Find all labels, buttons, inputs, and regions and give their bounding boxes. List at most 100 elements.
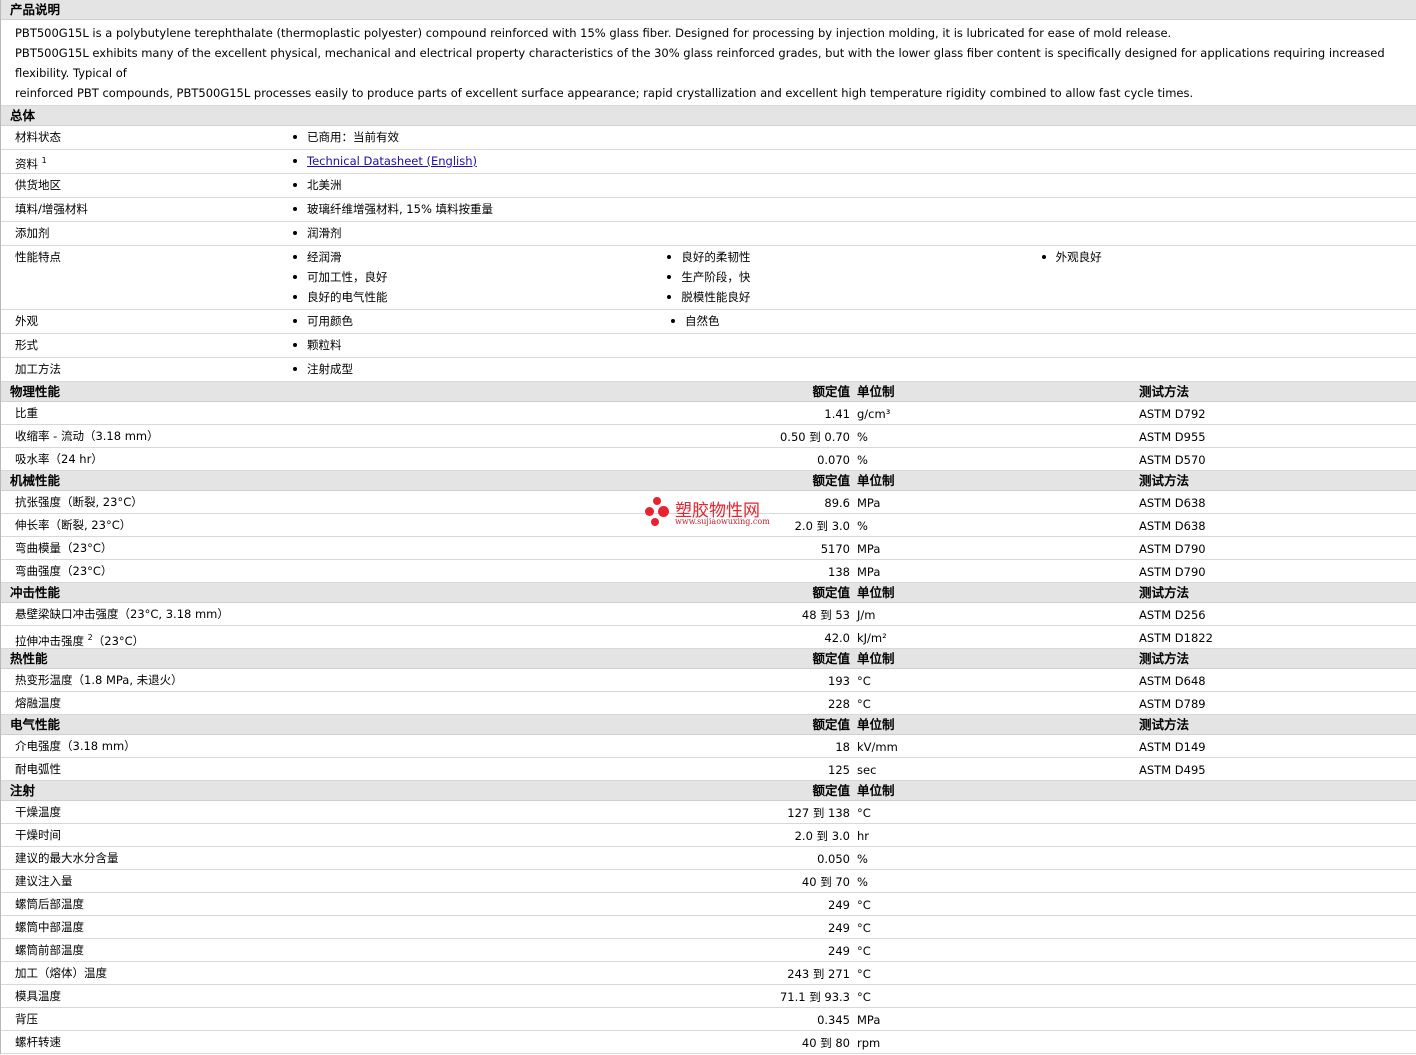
bullet-item: Technical Datasheet (English) bbox=[293, 151, 671, 171]
property-label-text: 背压 bbox=[15, 1012, 38, 1026]
row-label-text: 形式 bbox=[15, 338, 38, 352]
header-test-method: 测试方法 bbox=[1139, 585, 1190, 600]
property-label-text: 抗张强度（断裂, 23°C） bbox=[15, 495, 143, 509]
property-unit: % bbox=[857, 519, 868, 533]
property-label: 弯曲模量（23°C） bbox=[15, 537, 112, 560]
row-values: 润滑剂 bbox=[293, 223, 1416, 243]
row-label-text: 外观 bbox=[15, 314, 38, 328]
row-values: 可用颜色 自然色 bbox=[293, 311, 1416, 331]
property-label: 干燥时间 bbox=[15, 824, 61, 847]
header-unit: 单位制 bbox=[857, 783, 895, 798]
footnote-ref: 1 bbox=[41, 156, 47, 165]
header-unit: 单位制 bbox=[857, 717, 895, 732]
property-row: 吸水率（24 hr） 0.070% ASTM D570 bbox=[1, 448, 1416, 471]
property-value: 125 bbox=[828, 763, 850, 777]
header-unit: 单位制 bbox=[857, 651, 895, 666]
bullet-item: 良好的柔韧性 bbox=[667, 247, 1041, 267]
row-label-text: 添加剂 bbox=[15, 226, 50, 240]
property-row: 螺筒中部温度 249 °C bbox=[1, 916, 1416, 939]
property-unit: % bbox=[857, 875, 868, 889]
value-column: 颗粒料 bbox=[293, 335, 671, 355]
property-label: 比重 bbox=[15, 402, 38, 425]
property-label: 螺筒后部温度 bbox=[15, 893, 84, 916]
section-header: 注射 额定值 单位制 bbox=[1, 781, 1416, 801]
property-label: 熔融温度 bbox=[15, 692, 61, 715]
property-label-text: 收缩率 - 流动（3.18 mm） bbox=[15, 429, 159, 443]
header-test-method: 测试方法 bbox=[1139, 651, 1190, 666]
row-label-text: 材料状态 bbox=[15, 130, 61, 144]
property-row: 加工（熔体）温度 243 到 271 °C bbox=[1, 962, 1416, 985]
property-label: 收缩率 - 流动（3.18 mm） bbox=[15, 425, 159, 448]
property-value: 0.50 到 0.70 bbox=[779, 430, 850, 444]
property-label: 建议的最大水分含量 bbox=[15, 847, 119, 870]
property-label: 背压 bbox=[15, 1008, 38, 1031]
bullet-item: 玻璃纤维增强材料, 15% 填料按重量 bbox=[293, 199, 671, 219]
row-values: 颗粒料 bbox=[293, 335, 1416, 355]
section-header: 物理性能 额定值 单位制 测试方法 bbox=[1, 382, 1416, 402]
row-label-text: 填料/增强材料 bbox=[15, 202, 88, 216]
header-nominal-value: 额定值 bbox=[812, 651, 850, 666]
property-unit: g/cm³ bbox=[857, 407, 891, 421]
property-test-method: ASTM D495 bbox=[1139, 763, 1206, 777]
property-label-text: 伸长率（断裂, 23°C） bbox=[15, 518, 132, 532]
property-unit: °C bbox=[857, 921, 871, 935]
property-label: 抗张强度（断裂, 23°C） bbox=[15, 491, 143, 514]
property-test-method: ASTM D1822 bbox=[1139, 631, 1213, 645]
property-value: 40 到 70 bbox=[801, 875, 850, 889]
header-unit: 单位制 bbox=[857, 473, 895, 488]
watermark-logo: 塑胶物性网 www.sujiaowuxing.com bbox=[645, 495, 785, 531]
value-column: 北美洲 bbox=[293, 175, 671, 195]
property-row: 干燥温度 127 到 138 °C bbox=[1, 801, 1416, 824]
property-label-text: 螺筒中部温度 bbox=[15, 920, 84, 934]
bullet-item: 良好的电气性能 bbox=[293, 287, 667, 307]
property-row: 弯曲模量（23°C） 5170 MPa ASTM D790 bbox=[1, 537, 1416, 560]
value-column: 可用颜色 bbox=[293, 311, 671, 331]
general-row: 形式 颗粒料 bbox=[1, 334, 1416, 358]
section-title: 冲击性能 bbox=[10, 585, 61, 600]
header-nominal-value: 额定值 bbox=[812, 384, 850, 399]
property-label: 螺筒中部温度 bbox=[15, 916, 84, 939]
property-value: 42.0 bbox=[824, 631, 850, 645]
section-title: 物理性能 bbox=[10, 384, 61, 399]
property-row: 热变形温度（1.8 MPa, 未退火） 193 °C ASTM D648 bbox=[1, 669, 1416, 692]
property-unit: sec bbox=[857, 763, 877, 777]
general-row: 加工方法 注射成型 bbox=[1, 358, 1416, 382]
description-line: PBT500G15L is a polybutylene terephthala… bbox=[15, 26, 1172, 40]
section-title: 电气性能 bbox=[10, 717, 61, 732]
header-nominal-value: 额定值 bbox=[812, 717, 850, 732]
property-label-text: 熔融温度 bbox=[15, 696, 61, 710]
property-label-text: 拉伸冲击强度 bbox=[15, 633, 84, 648]
property-row: 螺杆转速 40 到 80 rpm bbox=[1, 1031, 1416, 1054]
property-label: 加工（熔体）温度 bbox=[15, 962, 107, 985]
header-nominal-value: 额定值 bbox=[812, 585, 850, 600]
property-unit: % bbox=[857, 430, 868, 444]
row-label: 供货地区 bbox=[15, 175, 61, 195]
general-row: 材料状态 已商用：当前有效 bbox=[1, 126, 1416, 150]
property-row: 背压 0.345 MPa bbox=[1, 1008, 1416, 1031]
property-value: 5170 bbox=[820, 542, 850, 556]
property-label-text: 加工（熔体）温度 bbox=[15, 966, 107, 980]
header-test-method: 测试方法 bbox=[1139, 473, 1190, 488]
description-line: PBT500G15L exhibits many of the excellen… bbox=[15, 46, 1385, 80]
value-column: 经润滑 可加工性，良好 良好的电气性能 bbox=[293, 247, 667, 307]
bullet-item: 已商用：当前有效 bbox=[293, 127, 671, 147]
bullet-item: 脱模性能良好 bbox=[667, 287, 1041, 307]
property-test-method: ASTM D955 bbox=[1139, 430, 1206, 444]
general-row: 填料/增强材料 玻璃纤维增强材料, 15% 填料按重量 bbox=[1, 198, 1416, 222]
property-row: 熔融温度 228 °C ASTM D789 bbox=[1, 692, 1416, 715]
property-unit: °C bbox=[857, 674, 871, 688]
property-row: 建议的最大水分含量 0.050% bbox=[1, 847, 1416, 870]
section-title: 注射 bbox=[10, 783, 36, 798]
property-value: 249 bbox=[828, 944, 850, 958]
row-label-text: 加工方法 bbox=[15, 362, 61, 376]
header-unit: 单位制 bbox=[857, 384, 895, 399]
property-row: 悬壁梁缺口冲击强度（23°C, 3.18 mm） 48 到 53 J/m ASTM D… bbox=[1, 603, 1416, 626]
property-label-text: 螺筒后部温度 bbox=[15, 897, 84, 911]
datasheet-link[interactable]: Technical Datasheet (English) bbox=[307, 154, 477, 168]
property-test-method: ASTM D790 bbox=[1139, 542, 1206, 556]
general-row: 性能特点 经润滑 可加工性，良好 良好的电气性能 良好的柔韧性 生产阶段，快 脱模性能良好外… bbox=[1, 246, 1416, 310]
property-label-text: 建议注入量 bbox=[15, 874, 73, 888]
property-unit: °C bbox=[857, 944, 871, 958]
section-header: 热性能 额定值 单位制 测试方法 bbox=[1, 649, 1416, 669]
property-value: 71.1 到 93.3 bbox=[779, 990, 850, 1004]
